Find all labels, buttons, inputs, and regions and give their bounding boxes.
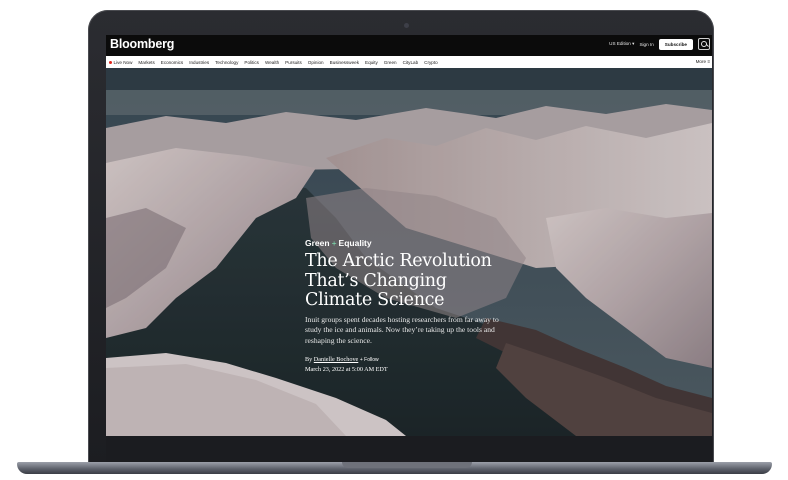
article-headline-block: Green + Equality The Arctic Revolution Tha… xyxy=(305,238,525,373)
hero-image: Green + Equality The Arctic Revolution Tha… xyxy=(106,68,712,436)
article-date: March 23, 2022 at 5:00 AM EDT xyxy=(305,366,388,373)
nav-more-menu[interactable]: More ≡ xyxy=(696,59,710,64)
nav-item-wealth[interactable]: Wealth xyxy=(265,60,279,65)
nav-item-technology[interactable]: Technology xyxy=(215,60,238,65)
article-byline: By Danielle Bochove + Follow xyxy=(305,356,379,363)
nav-item-economics[interactable]: Economics xyxy=(161,60,183,65)
header-actions: US Edition ▾ Sign In Subscribe xyxy=(609,38,710,50)
nav-item-live-now[interactable]: Live Now xyxy=(109,60,132,65)
nav-item-citylab[interactable]: CityLab xyxy=(403,60,419,65)
article-kicker[interactable]: Green + Equality xyxy=(305,238,525,248)
laptop-chin xyxy=(106,436,712,462)
bloomberg-logo[interactable]: Bloomberg xyxy=(110,37,174,51)
nav-item-opinion[interactable]: Opinion xyxy=(308,60,324,65)
browser-screen: Bloomberg US Edition ▾ Sign In Subscribe… xyxy=(106,35,712,436)
kicker-separator: + xyxy=(331,238,337,248)
chevron-down-icon: ▾ xyxy=(632,41,635,46)
article-dek: Inuit groups spent decades hosting resea… xyxy=(305,314,499,345)
live-dot-icon xyxy=(109,60,112,64)
nav-item-equity[interactable]: Equity xyxy=(365,60,378,65)
follow-button[interactable]: + Follow xyxy=(360,357,379,363)
edition-selector[interactable]: US Edition ▾ xyxy=(609,41,634,47)
site-header: Bloomberg US Edition ▾ Sign In Subscribe xyxy=(106,35,712,56)
nav-item-pursuits[interactable]: Pursuits xyxy=(285,60,302,65)
nav-item-green[interactable]: Green xyxy=(384,60,397,65)
subscribe-button[interactable]: Subscribe xyxy=(658,38,693,50)
nav-item-markets[interactable]: Markets xyxy=(138,60,154,65)
section-nav: Live Now Markets Economics Industries Te… xyxy=(106,56,712,68)
search-icon[interactable] xyxy=(698,38,710,50)
nav-item-crypto[interactable]: Crypto xyxy=(424,60,438,65)
article-title: The Arctic Revolution That’s Changing Cl… xyxy=(305,251,492,310)
nav-item-politics[interactable]: Politics xyxy=(244,60,259,65)
laptop-notch xyxy=(342,462,472,468)
author-link[interactable]: Danielle Bochove xyxy=(314,356,359,363)
hamburger-icon: ≡ xyxy=(707,59,710,64)
sign-in-link[interactable]: Sign In xyxy=(639,42,653,47)
nav-item-industries[interactable]: Industries xyxy=(189,60,209,65)
webcam xyxy=(404,23,409,28)
nav-item-businessweek[interactable]: Businessweek xyxy=(330,60,359,65)
